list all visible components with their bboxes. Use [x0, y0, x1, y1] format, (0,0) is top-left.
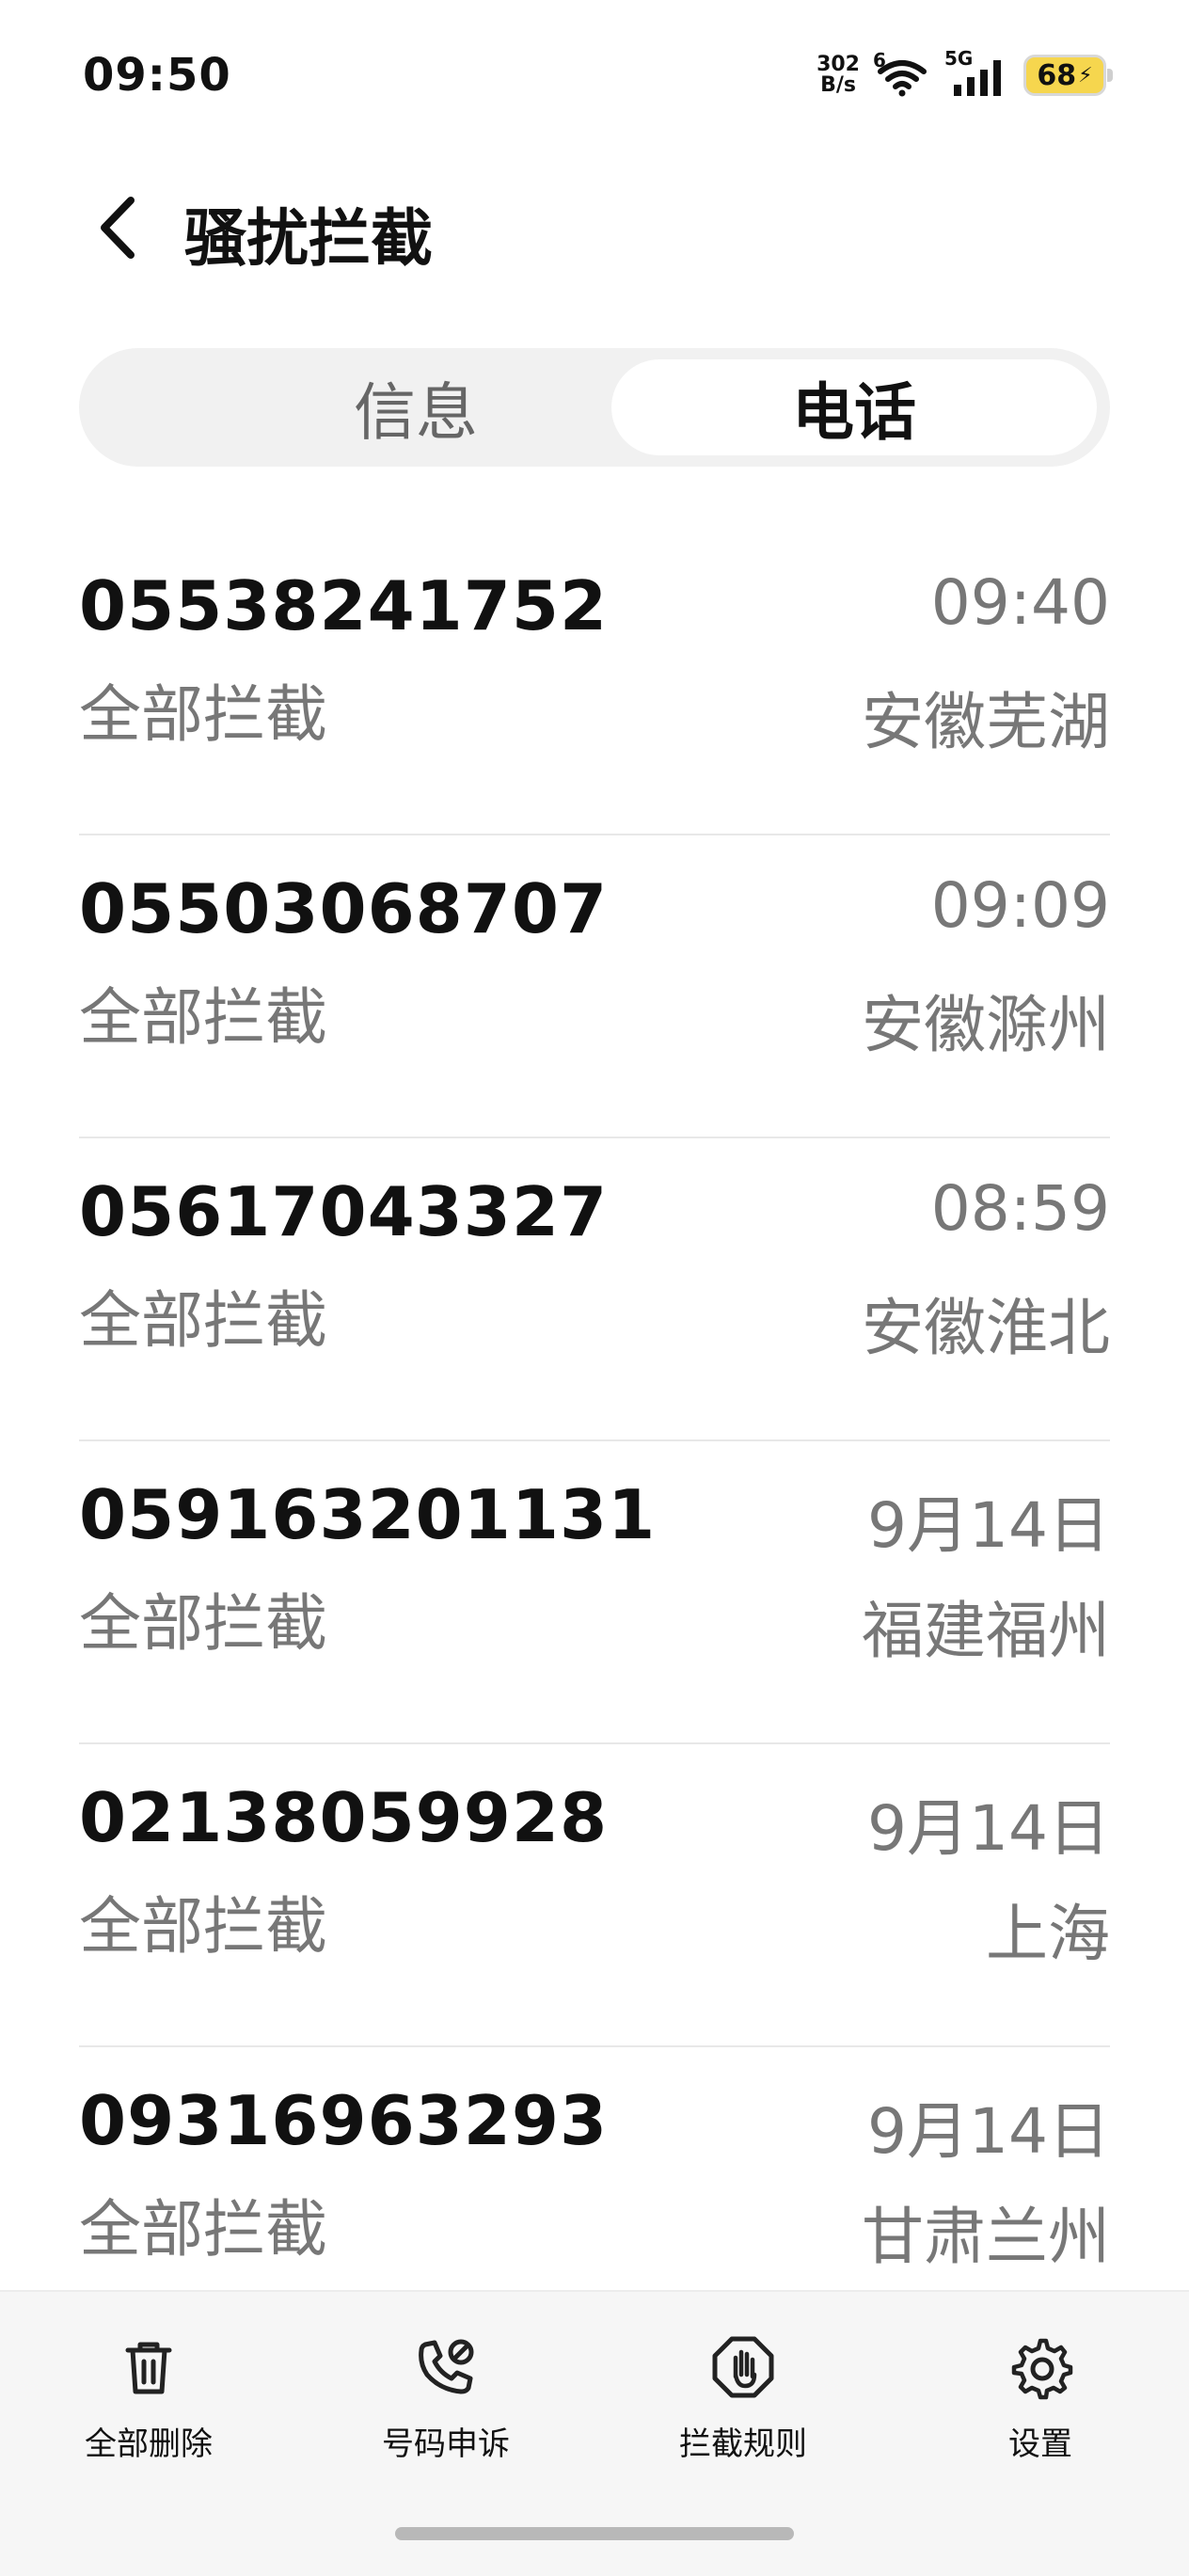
delete-all-button[interactable]: 全部删除	[45, 2333, 252, 2464]
number-appeal-label: 号码申诉	[382, 2425, 510, 2463]
battery-indicator: 68 ⚡	[1023, 55, 1113, 96]
network-speed: 302 B/s	[816, 55, 860, 96]
page-title: 骚扰拦截	[184, 202, 433, 275]
block-rules-button[interactable]: 拦截规则	[640, 2333, 847, 2464]
home-indicator[interactable]	[395, 2527, 794, 2540]
settings-button[interactable]: 设置	[937, 2333, 1144, 2464]
number-appeal-button[interactable]: 号码申诉	[342, 2333, 549, 2464]
block-type: 全部拦截	[79, 1890, 327, 1963]
list-item[interactable]: 02138059928 全部拦截 9月14日 上海	[79, 1744, 1110, 2047]
phone-number: 05538241752	[79, 566, 609, 645]
block-rules-label: 拦截规则	[679, 2425, 807, 2463]
phone-number: 059163201131	[79, 1475, 657, 1554]
block-type: 全部拦截	[79, 1284, 327, 1357]
block-type: 全部拦截	[79, 678, 327, 751]
call-location: 安徽淮北	[862, 1292, 1110, 1364]
charging-icon: ⚡	[1078, 63, 1093, 87]
tab-calls[interactable]: 电话	[611, 359, 1097, 455]
trash-icon	[125, 2342, 172, 2394]
call-location: 甘肃兰州	[862, 2201, 1110, 2273]
network-speed-value: 302	[816, 53, 860, 76]
wifi-label: 6	[873, 49, 886, 72]
app-header: 骚扰拦截	[0, 169, 1189, 282]
call-time: 9月14日	[867, 1792, 1110, 1865]
tab-messages[interactable]: 信息	[171, 359, 660, 455]
call-location: 福建福州	[862, 1595, 1110, 1667]
phone-number: 05617043327	[79, 1172, 609, 1251]
block-type: 全部拦截	[79, 981, 327, 1054]
call-time: 09:40	[930, 566, 1110, 639]
phone-appeal-icon	[419, 2339, 474, 2394]
status-bar: 09:50 302 B/s 6 5G 68 ⚡	[0, 0, 1189, 151]
block-hand-icon	[712, 2336, 774, 2398]
call-location: 上海	[986, 1898, 1110, 1970]
call-time: 9月14日	[867, 1489, 1110, 1562]
network-speed-unit: B/s	[820, 73, 856, 97]
wifi-icon: 6	[873, 49, 931, 98]
phone-number: 05503068707	[79, 869, 609, 948]
phone-number: 09316963293	[79, 2081, 609, 2160]
call-time: 9月14日	[867, 2095, 1110, 2168]
settings-label: 设置	[1008, 2425, 1072, 2463]
call-location: 安徽芜湖	[862, 686, 1110, 758]
signal-label: 5G	[944, 47, 974, 70]
call-time: 09:09	[930, 869, 1110, 942]
block-type: 全部拦截	[79, 2193, 327, 2266]
blocked-calls-list: 05538241752 全部拦截 09:40 安徽芜湖 05503068707 …	[79, 533, 1110, 2348]
list-item[interactable]: 059163201131 全部拦截 9月14日 福建福州	[79, 1441, 1110, 1744]
call-location: 安徽滁州	[862, 989, 1110, 1061]
status-time: 09:50	[83, 49, 231, 102]
battery-level: 68	[1037, 58, 1077, 92]
cellular-signal-icon: 5G	[944, 47, 1010, 98]
phone-number: 02138059928	[79, 1778, 609, 1857]
call-time: 08:59	[930, 1172, 1110, 1245]
list-item[interactable]: 05617043327 全部拦截 08:59 安徽淮北	[79, 1138, 1110, 1441]
list-item[interactable]: 05503068707 全部拦截 09:09 安徽滁州	[79, 835, 1110, 1138]
back-button[interactable]	[85, 190, 151, 265]
list-item[interactable]: 05538241752 全部拦截 09:40 安徽芜湖	[79, 533, 1110, 835]
delete-all-label: 全部删除	[85, 2425, 213, 2463]
status-icons: 302 B/s 6 5G 68 ⚡	[816, 47, 1113, 103]
tab-switcher: 信息 电话	[79, 348, 1110, 467]
chevron-left-icon	[101, 197, 135, 259]
block-type: 全部拦截	[79, 1587, 327, 1660]
gear-icon	[1011, 2338, 1073, 2400]
